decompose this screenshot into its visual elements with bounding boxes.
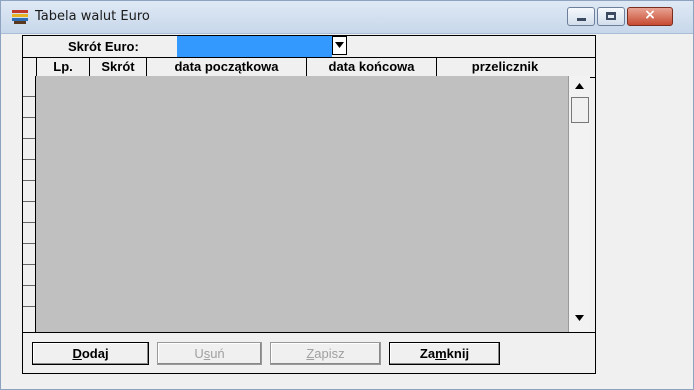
scrollbar-thumb[interactable] — [571, 97, 589, 123]
chevron-down-icon — [335, 42, 344, 48]
button-bar: Dodaj Usuń Zapisz Zamknij — [22, 332, 596, 375]
close-label-post: knij — [446, 346, 470, 361]
minimize-icon — [577, 18, 586, 21]
save-button[interactable]: Zapisz — [270, 342, 381, 365]
table-header: Lp. Skrót data początkowa data końcowa p… — [23, 57, 595, 78]
window: Tabela walut Euro × Skrót Euro: Lp. Skró… — [0, 0, 694, 390]
delete-button[interactable]: Usuń — [157, 342, 262, 365]
delete-label-pre: U — [194, 346, 204, 361]
title-bar[interactable]: Tabela walut Euro × — [1, 1, 693, 34]
euro-code-dropdown-button[interactable] — [332, 36, 347, 55]
column-header-rate[interactable]: przelicznik — [437, 57, 573, 77]
maximize-button[interactable] — [597, 7, 625, 26]
column-header-start-date[interactable]: data początkowa — [147, 57, 307, 77]
euro-code-label: Skrót Euro: — [68, 39, 139, 54]
close-button[interactable]: Zamknij — [389, 342, 500, 365]
close-window-button[interactable]: × — [627, 7, 673, 26]
filter-row: Skrót Euro: — [23, 36, 595, 58]
add-label-post: odaj — [81, 346, 109, 361]
minimize-button[interactable] — [567, 7, 595, 26]
maximize-icon — [606, 12, 616, 20]
column-header-lp[interactable]: Lp. — [37, 57, 90, 77]
scroll-down-icon[interactable] — [569, 308, 590, 328]
column-header-code[interactable]: Skrót — [90, 57, 147, 77]
delete-label-post: uń — [210, 346, 225, 361]
euro-code-combobox[interactable] — [177, 36, 332, 57]
add-label-accel: D — [72, 346, 82, 361]
save-label-post: apisz — [314, 346, 345, 361]
close-label-pre: Za — [419, 346, 436, 361]
app-icon — [12, 10, 28, 24]
column-header-end-date[interactable]: data końcowa — [307, 57, 437, 77]
window-title: Tabela walut Euro — [35, 9, 150, 24]
header-row-selector — [23, 57, 37, 77]
close-icon: × — [644, 7, 656, 23]
scroll-up-icon[interactable] — [569, 76, 590, 96]
table-body[interactable] — [35, 76, 569, 332]
add-button[interactable]: Dodaj — [32, 342, 149, 365]
vertical-scrollbar[interactable] — [568, 76, 590, 332]
close-label-accel: m — [435, 346, 447, 361]
